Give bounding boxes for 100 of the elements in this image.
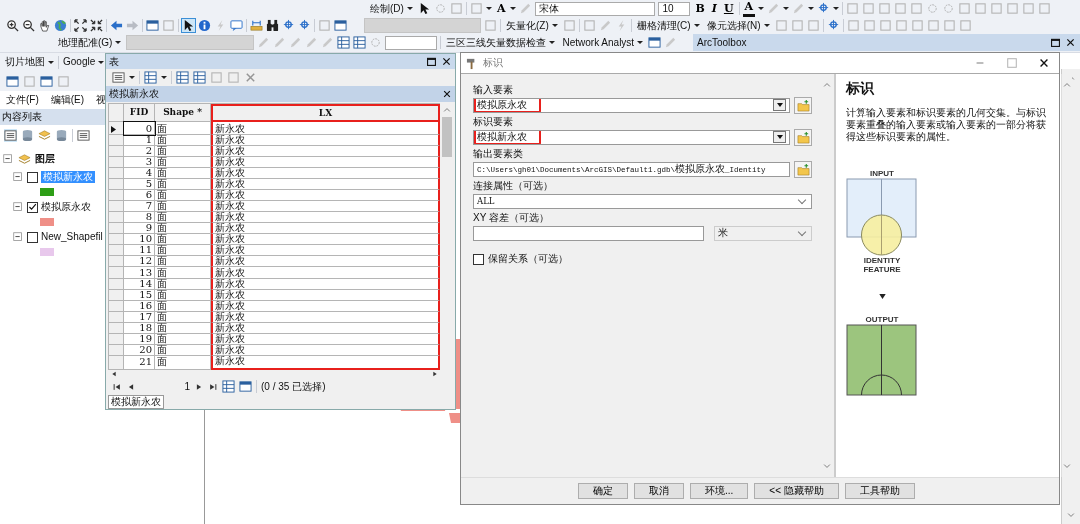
dialog-button[interactable]: 取消: [634, 483, 684, 499]
menu-button[interactable]: 矢量化(Z): [504, 19, 560, 32]
scroll-down-icon[interactable]: [1066, 510, 1076, 520]
square-icon[interactable]: [910, 19, 924, 32]
circle-icon[interactable]: [926, 2, 940, 15]
zoom-out-icon[interactable]: [22, 19, 35, 32]
collapse-icon[interactable]: [12, 201, 24, 213]
dialog-button[interactable]: 确定: [578, 483, 628, 499]
menu-button[interactable]: 绘制(D): [368, 2, 415, 15]
scroll-up-icon[interactable]: [441, 105, 452, 115]
crosshair-icon[interactable]: [826, 19, 840, 32]
collapse-icon[interactable]: [12, 171, 24, 183]
collapse-icon[interactable]: [12, 231, 24, 243]
window-icon[interactable]: [334, 19, 347, 32]
dropdown-button[interactable]: [773, 131, 786, 143]
browse-button[interactable]: [794, 96, 812, 114]
show-selected-records-icon[interactable]: [239, 380, 252, 393]
column-header[interactable]: FID: [124, 104, 155, 123]
input-field[interactable]: [473, 225, 704, 241]
square-icon[interactable]: [562, 19, 576, 32]
scroll-down-icon[interactable]: [1062, 461, 1072, 471]
browse-button[interactable]: [794, 160, 812, 178]
menu-button[interactable]: 像元选择(N): [704, 19, 772, 32]
first-record-icon[interactable]: [112, 381, 122, 392]
window-icon[interactable]: [146, 19, 159, 32]
menu-button[interactable]: 地理配准(G): [56, 36, 124, 49]
window-icon[interactable]: [6, 74, 19, 88]
layer-checkbox[interactable]: [27, 231, 38, 243]
square-icon[interactable]: [878, 2, 892, 15]
circle-icon[interactable]: [942, 2, 956, 15]
square-icon[interactable]: [227, 71, 240, 84]
hand-icon[interactable]: [38, 19, 51, 32]
square-icon[interactable]: [958, 2, 972, 15]
checkbox[interactable]: [473, 253, 484, 265]
layer-group-label[interactable]: 图层: [35, 153, 55, 165]
grid-icon[interactable]: [337, 36, 351, 49]
globe-icon[interactable]: [54, 19, 67, 32]
last-record-icon[interactable]: [208, 381, 218, 392]
square-icon[interactable]: [582, 19, 596, 32]
column-header[interactable]: LX: [211, 104, 440, 123]
table-tab[interactable]: 模拟新永农: [108, 395, 164, 409]
info-icon[interactable]: [198, 19, 211, 32]
database-icon[interactable]: [55, 128, 68, 142]
column-header[interactable]: Shape *: [155, 104, 211, 123]
pencil-icon[interactable]: [792, 2, 806, 15]
pointer-icon[interactable]: [182, 19, 195, 32]
crosshair-icon[interactable]: [817, 2, 831, 15]
square-icon[interactable]: [774, 19, 788, 32]
menu-button[interactable]: 切片地图: [3, 56, 56, 68]
font-size-field[interactable]: 10: [658, 1, 691, 16]
scale-field[interactable]: [385, 35, 438, 50]
scroll-up-icon[interactable]: [1062, 80, 1072, 90]
layer-label[interactable]: New_Shapefil: [41, 231, 103, 243]
database-icon[interactable]: [21, 128, 34, 142]
menu-button[interactable]: 栅格清理(C): [634, 19, 702, 32]
grid-icon[interactable]: [193, 71, 206, 84]
combo-box[interactable]: 模拟原永农: [473, 97, 790, 113]
window-icon[interactable]: [648, 36, 662, 49]
text-style-button[interactable]: B: [693, 1, 707, 16]
dropdown-field[interactable]: ALL: [473, 193, 812, 209]
maximize-button[interactable]: [1050, 37, 1061, 48]
square-icon[interactable]: [846, 2, 860, 15]
scroll-up-icon[interactable]: [822, 80, 832, 90]
window-icon[interactable]: [40, 74, 53, 88]
arrow-left-icon[interactable]: [110, 19, 123, 32]
text-style-button[interactable]: I: [709, 1, 719, 16]
layer-label[interactable]: 模拟原永农: [41, 201, 91, 213]
crosshair-icon[interactable]: [298, 19, 311, 32]
list-icon[interactable]: [4, 128, 17, 142]
speech-icon[interactable]: [230, 19, 243, 32]
collapse-icon[interactable]: [2, 153, 14, 165]
layers-icon[interactable]: [38, 128, 51, 142]
square-icon[interactable]: [942, 19, 956, 32]
menu-item[interactable]: 编辑(E): [50, 94, 85, 106]
close-button[interactable]: [442, 89, 452, 99]
menu-item[interactable]: 视: [96, 94, 107, 106]
arrows-in-icon[interactable]: [90, 19, 103, 32]
dialog-button[interactable]: << 隐藏帮助: [754, 483, 839, 499]
square-icon[interactable]: [862, 2, 876, 15]
square-icon[interactable]: [958, 19, 972, 32]
close-button[interactable]: [1038, 57, 1050, 69]
close-button[interactable]: [1065, 37, 1076, 48]
crosshair-icon[interactable]: [282, 19, 295, 32]
dialog-button[interactable]: 工具帮助: [844, 483, 915, 499]
pencil-icon[interactable]: [519, 2, 533, 15]
square-icon[interactable]: [484, 19, 497, 32]
square-icon[interactable]: [974, 2, 988, 15]
square-icon[interactable]: [990, 2, 1004, 15]
square-icon[interactable]: [469, 2, 483, 15]
text-tool-button[interactable]: A: [494, 1, 508, 16]
unit-dropdown[interactable]: 米: [714, 225, 812, 241]
maximize-button[interactable]: [426, 56, 437, 67]
arrows-out-icon[interactable]: [74, 19, 87, 32]
square-icon[interactable]: [910, 2, 924, 15]
menu-button[interactable]: Network Analyst: [560, 36, 646, 49]
menu-item[interactable]: 文件(F): [6, 94, 39, 106]
text-style-button[interactable]: U: [721, 1, 736, 16]
pencil-icon[interactable]: [598, 19, 612, 32]
show-all-records-icon[interactable]: [222, 380, 235, 393]
grid-icon[interactable]: [144, 71, 157, 84]
